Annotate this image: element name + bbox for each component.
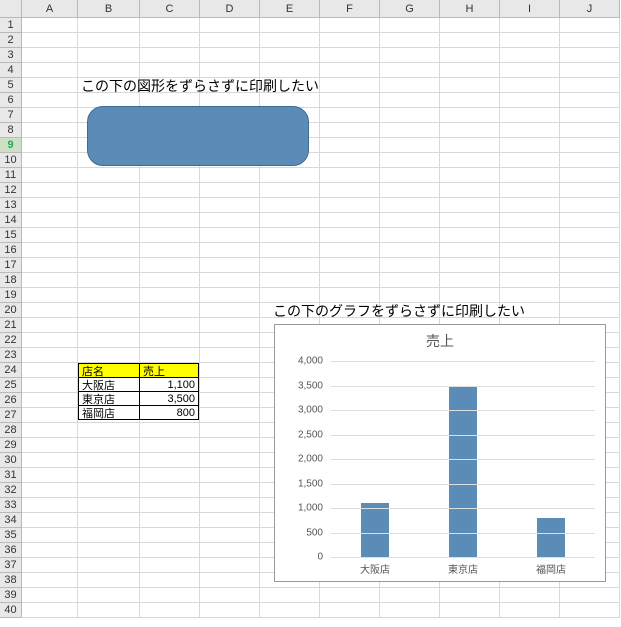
chart-y-tick: 1,500 xyxy=(275,478,323,489)
spreadsheet: ABCDEFGHIJ 12345678910111213141516171819… xyxy=(0,0,621,627)
table-row[interactable]: 1,100 xyxy=(139,377,199,392)
row-header[interactable]: 8 xyxy=(0,123,22,138)
chart-gridline xyxy=(331,386,595,387)
row-headers: 1234567891011121314151617181920212223242… xyxy=(0,18,22,618)
table-row[interactable]: 福岡店 xyxy=(78,405,140,420)
column-header[interactable]: C xyxy=(140,0,200,18)
row-header[interactable]: 37 xyxy=(0,558,22,573)
row-header[interactable]: 34 xyxy=(0,513,22,528)
row-header[interactable]: 24 xyxy=(0,363,22,378)
chart-bar[interactable] xyxy=(537,518,565,557)
row-header[interactable]: 15 xyxy=(0,228,22,243)
chart-x-label: 大阪店 xyxy=(331,561,419,576)
chart-x-axis: 大阪店東京店福岡店 xyxy=(331,561,595,576)
column-header[interactable]: J xyxy=(560,0,620,18)
chart-y-tick: 2,000 xyxy=(275,454,323,465)
row-header[interactable]: 11 xyxy=(0,168,22,183)
column-header[interactable]: A xyxy=(22,0,78,18)
chart-y-axis: 05001,0001,5002,0002,5003,0003,5004,000 xyxy=(275,361,327,557)
row-header[interactable]: 22 xyxy=(0,333,22,348)
row-header[interactable]: 33 xyxy=(0,498,22,513)
column-header[interactable]: F xyxy=(320,0,380,18)
row-header[interactable]: 10 xyxy=(0,153,22,168)
row-header[interactable]: 28 xyxy=(0,423,22,438)
chart-x-label: 福岡店 xyxy=(507,561,595,576)
row-header[interactable]: 18 xyxy=(0,273,22,288)
column-header[interactable]: E xyxy=(260,0,320,18)
row-header[interactable]: 4 xyxy=(0,63,22,78)
column-headers: ABCDEFGHIJ xyxy=(0,0,620,18)
table-row[interactable]: 3,500 xyxy=(139,391,199,406)
chart-gridline xyxy=(331,435,595,436)
chart-gridline xyxy=(331,508,595,509)
column-header[interactable]: H xyxy=(440,0,500,18)
chart-gridline xyxy=(331,361,595,362)
chart-y-tick: 0 xyxy=(275,552,323,563)
row-header[interactable]: 30 xyxy=(0,453,22,468)
row-header[interactable]: 20 xyxy=(0,303,22,318)
chart-gridline xyxy=(331,533,595,534)
row-header[interactable]: 31 xyxy=(0,468,22,483)
row-header[interactable]: 21 xyxy=(0,318,22,333)
row-header[interactable]: 26 xyxy=(0,393,22,408)
chart-gridline xyxy=(331,410,595,411)
chart-y-tick: 1,000 xyxy=(275,503,323,514)
chart-bar[interactable] xyxy=(449,386,477,558)
row-header[interactable]: 14 xyxy=(0,213,22,228)
row-header[interactable]: 1 xyxy=(0,18,22,33)
chart-y-tick: 2,500 xyxy=(275,429,323,440)
chart-title: 売上 xyxy=(275,325,605,353)
row-header[interactable]: 29 xyxy=(0,438,22,453)
row-header[interactable]: 7 xyxy=(0,108,22,123)
row-header[interactable]: 2 xyxy=(0,33,22,48)
chart-gridline xyxy=(331,484,595,485)
chart-x-label: 東京店 xyxy=(419,561,507,576)
chart-y-tick: 4,000 xyxy=(275,356,323,367)
row-header[interactable]: 17 xyxy=(0,258,22,273)
column-header[interactable]: I xyxy=(500,0,560,18)
row-header[interactable]: 6 xyxy=(0,93,22,108)
row-header[interactable]: 27 xyxy=(0,408,22,423)
table-header-value[interactable]: 売上 xyxy=(139,363,199,378)
row-header[interactable]: 40 xyxy=(0,603,22,618)
row-header[interactable]: 32 xyxy=(0,483,22,498)
chart-y-tick: 500 xyxy=(275,527,323,538)
row-header[interactable]: 19 xyxy=(0,288,22,303)
row-header[interactable]: 13 xyxy=(0,198,22,213)
rounded-rectangle-shape[interactable] xyxy=(87,106,309,166)
column-header[interactable]: D xyxy=(200,0,260,18)
chart-bar[interactable] xyxy=(361,503,389,557)
row-header[interactable]: 3 xyxy=(0,48,22,63)
row-header[interactable]: 36 xyxy=(0,543,22,558)
row-header[interactable]: 12 xyxy=(0,183,22,198)
column-header[interactable]: B xyxy=(78,0,140,18)
row-header[interactable]: 16 xyxy=(0,243,22,258)
row-header[interactable]: 39 xyxy=(0,588,22,603)
annotation-chart-text: この下のグラフをずらさずに印刷したい xyxy=(270,303,610,318)
chart-y-tick: 3,500 xyxy=(275,380,323,391)
row-header[interactable]: 35 xyxy=(0,528,22,543)
row-header[interactable]: 5 xyxy=(0,78,22,93)
row-header[interactable]: 23 xyxy=(0,348,22,363)
table-row[interactable]: 800 xyxy=(139,405,199,420)
select-all-corner[interactable] xyxy=(0,0,22,18)
row-header[interactable]: 38 xyxy=(0,573,22,588)
chart-y-tick: 3,000 xyxy=(275,405,323,416)
chart-gridline xyxy=(331,557,595,558)
row-header[interactable]: 25 xyxy=(0,378,22,393)
column-header[interactable]: G xyxy=(380,0,440,18)
chart-gridline xyxy=(331,459,595,460)
embedded-chart[interactable]: 売上 0 500 1,000 1,500 2,000 2,500 3,000 3,500 4,0… xyxy=(274,324,606,582)
row-header[interactable]: 9 xyxy=(0,138,22,153)
annotation-shape-text: この下の図形をずらさずに印刷したい xyxy=(78,78,358,93)
